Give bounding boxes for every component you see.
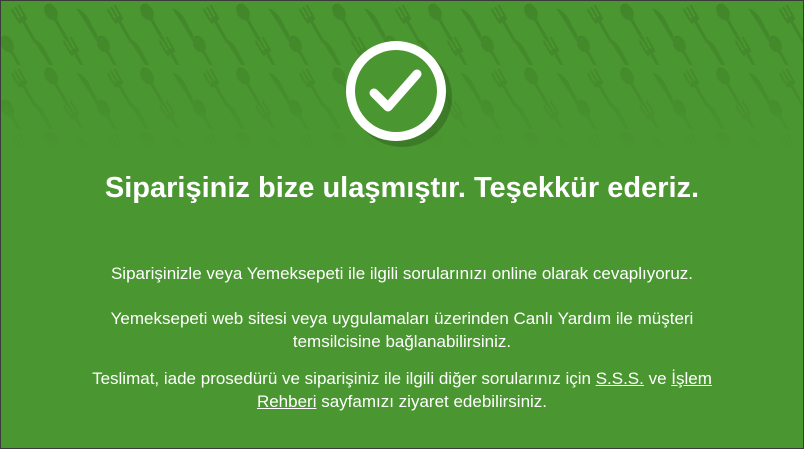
- online-support-text: Siparişinizle veya Yemeksepeti ile ilgil…: [110, 264, 694, 283]
- confirmation-title: Siparişiniz bize ulaşmıştır. Teşekkür ed…: [104, 172, 700, 204]
- help-links-text: Teslimat, iade prosedürü ve siparişiniz …: [71, 367, 733, 413]
- help-text-and: ve: [643, 369, 672, 388]
- help-text-suffix: sayfamızı ziyaret edebilirsiniz.: [316, 392, 548, 411]
- sss-link[interactable]: S.S.S.: [596, 369, 644, 388]
- live-help-text: Yemeksepeti web sitesi veya uygulamaları…: [110, 309, 694, 351]
- checkmark-icon: [369, 69, 422, 112]
- check-circle-icon: [346, 41, 452, 147]
- help-text-prefix: Teslimat, iade prosedürü ve siparişiniz …: [92, 369, 596, 388]
- confirmation-panel: Siparişiniz bize ulaşmıştır. Teşekkür ed…: [0, 0, 804, 449]
